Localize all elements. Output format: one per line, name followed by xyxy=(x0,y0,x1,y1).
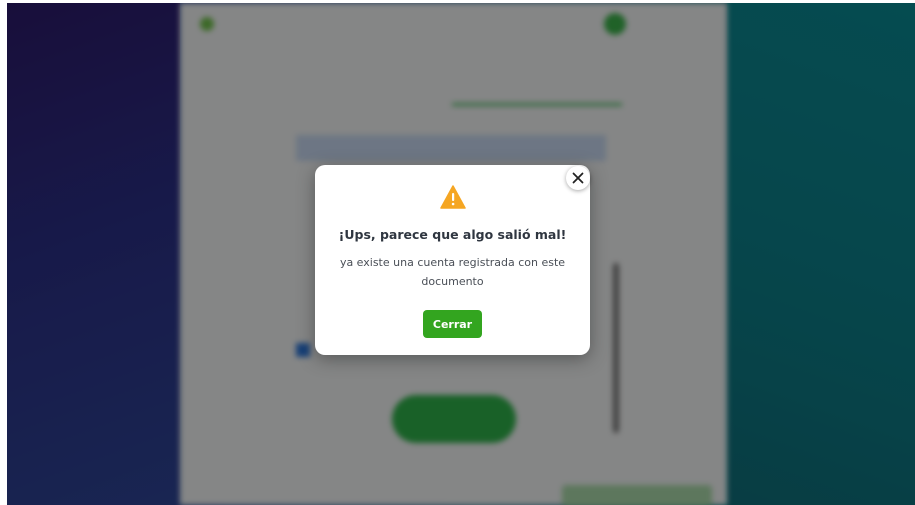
dialog-message: ya existe una cuenta registrada con este… xyxy=(339,256,566,288)
dialog-title: ¡Ups, parece que algo salió mal! xyxy=(338,227,567,242)
close-icon xyxy=(572,172,584,184)
close-button[interactable] xyxy=(566,166,590,190)
error-dialog: ¡Ups, parece que algo salió mal! ya exis… xyxy=(315,165,590,355)
close-dialog-button[interactable]: Cerrar xyxy=(423,310,482,338)
warning-icon xyxy=(440,185,466,209)
